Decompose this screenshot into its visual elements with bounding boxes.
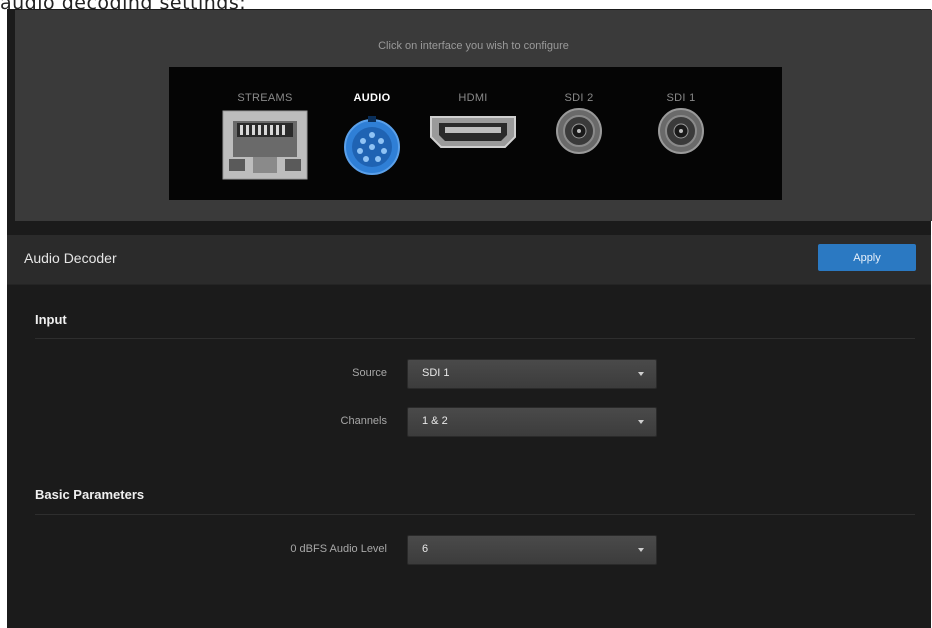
interface-label-sdi-1: SDI 1 — [666, 92, 696, 104]
source-select[interactable]: SDI 1 — [407, 359, 657, 389]
caret-down-icon — [638, 420, 644, 424]
apply-button[interactable]: Apply — [818, 244, 916, 271]
ethernet-port-icon — [222, 110, 308, 180]
hdmi-port-icon — [430, 116, 516, 148]
input-group-title: Input — [35, 312, 67, 327]
bnc-connector-icon — [556, 108, 602, 154]
source-value: SDI 1 — [422, 367, 450, 379]
caret-down-icon — [638, 372, 644, 376]
channels-value: 1 & 2 — [422, 415, 448, 427]
interface-sdi-2[interactable]: SDI 2 — [553, 67, 605, 200]
caret-down-icon — [638, 548, 644, 552]
channels-select[interactable]: 1 & 2 — [407, 407, 657, 437]
channels-label: Channels — [340, 415, 387, 427]
bnc-connector-icon — [658, 108, 704, 154]
interface-selector: STREAMS AUDIO HDMI SDI 2 SDI 1 — [169, 67, 782, 200]
audio-level-label: 0 dBFS Audio Level — [290, 543, 387, 555]
audio-level-select[interactable]: 6 — [407, 535, 657, 565]
audio-level-value: 6 — [422, 543, 429, 555]
interface-label-hdmi: HDMI — [458, 92, 488, 104]
divider — [35, 338, 915, 339]
interface-streams[interactable]: STREAMS — [219, 67, 311, 200]
divider — [35, 514, 915, 515]
app-window: Click on interface you wish to configure… — [7, 9, 932, 628]
interface-hdmi[interactable]: HDMI — [425, 67, 521, 200]
interface-label-sdi-2: SDI 2 — [564, 92, 594, 104]
interface-label-audio: AUDIO — [353, 92, 391, 104]
section-title: Audio Decoder — [24, 250, 117, 266]
interface-label-streams: STREAMS — [237, 92, 293, 104]
interface-sdi-1[interactable]: SDI 1 — [655, 67, 707, 200]
section-header: Audio Decoder Apply — [7, 235, 931, 285]
interface-audio[interactable]: AUDIO — [339, 67, 405, 200]
config-hint: Click on interface you wish to configure — [378, 40, 569, 52]
interface-config-panel: Click on interface you wish to configure… — [15, 10, 932, 221]
basic-parameters-title: Basic Parameters — [35, 487, 145, 502]
audio-connector-icon — [344, 116, 400, 175]
source-label: Source — [352, 367, 387, 379]
